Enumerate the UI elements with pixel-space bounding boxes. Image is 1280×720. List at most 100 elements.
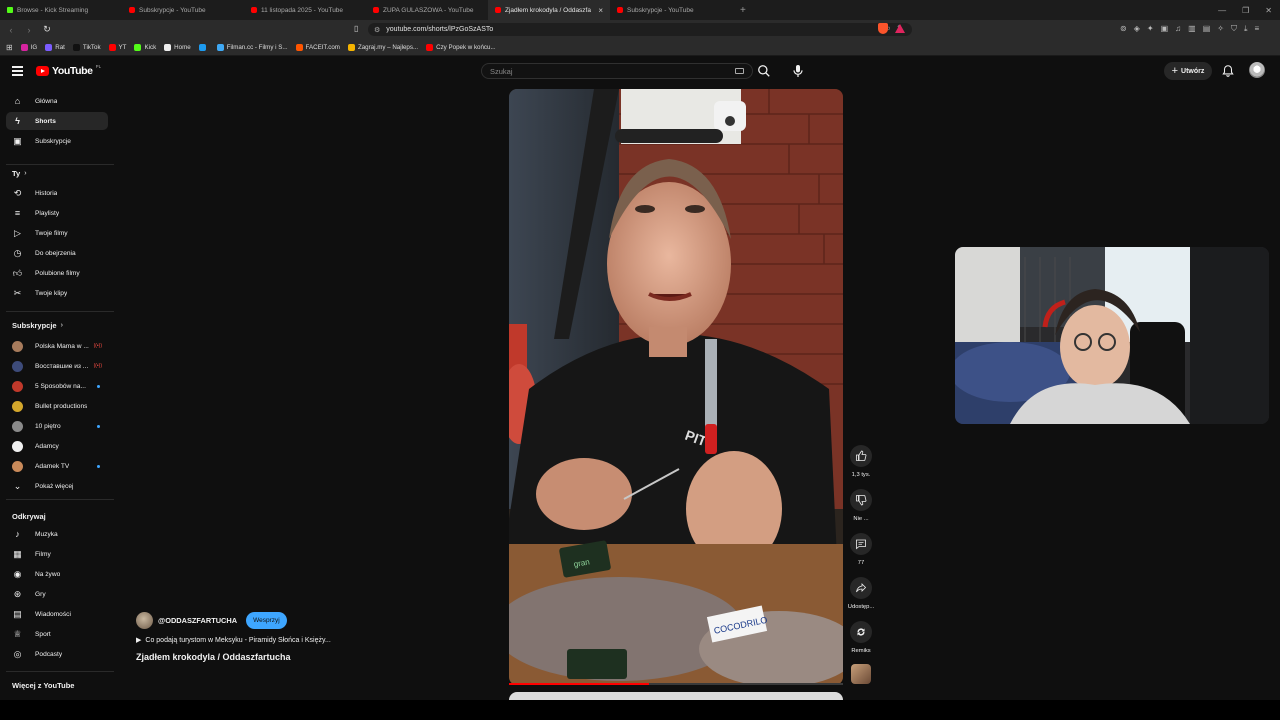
bookmark-item[interactable]: Filman.cc - Filmy i S... <box>216 43 288 51</box>
related-video-link[interactable]: ▶ Co podają turystom w Meksyku - Piramid… <box>136 636 496 645</box>
address-bar[interactable]: ⚙ youtube.com/shorts/lPzGoSzASTo ▭ ⇪ <box>368 23 912 36</box>
apps-grid-icon[interactable]: ⊞ <box>6 43 13 52</box>
site-info-icon[interactable]: ⚙ <box>374 26 380 34</box>
sidebar-subscription[interactable]: 5 Sposobów na... <box>6 377 108 395</box>
bookmark-item[interactable]: Home <box>164 43 191 51</box>
next-short-preview[interactable] <box>509 692 843 700</box>
sidebar-subscription[interactable]: Bullet productions <box>6 397 108 415</box>
short-progress-bar[interactable] <box>509 683 843 685</box>
sidebar-subscription[interactable]: Adamcy <box>6 437 108 455</box>
guide-menu-icon[interactable] <box>12 66 23 76</box>
sidebar-item-clips[interactable]: ✂ Twoje klipy <box>6 284 108 302</box>
sound-thumbnail[interactable] <box>851 664 871 684</box>
voice-search-button[interactable] <box>790 63 806 79</box>
share-button[interactable]: Udostęp... <box>844 577 878 610</box>
dislike-button-circle[interactable] <box>850 489 872 511</box>
bookmark-item[interactable]: TikTok <box>72 43 101 51</box>
subscriptions-section-header[interactable]: Subskrypcje › <box>12 321 63 330</box>
sidebar-item-shorts[interactable]: ϟ Shorts <box>6 112 108 130</box>
bookmark-icon[interactable]: ▯ <box>354 24 358 33</box>
like-button-circle[interactable] <box>850 445 872 467</box>
bookmark-item[interactable]: Rat <box>45 43 65 51</box>
extension-icon[interactable]: ✦ <box>1147 24 1154 34</box>
account-avatar[interactable] <box>1249 62 1265 78</box>
bookmark-item[interactable]: Kick <box>134 43 156 51</box>
channel-name[interactable]: @ODDASZFARTUCHA <box>158 616 237 625</box>
browser-tab[interactable]: Browse - Kick Streaming <box>0 0 122 20</box>
brave-rewards-icon[interactable] <box>895 24 905 33</box>
like-button[interactable]: 1,3 tys. <box>844 445 878 478</box>
close-window-icon[interactable]: ✕ <box>1265 6 1272 15</box>
sidebar-item-trophy[interactable]: ♕ Sport <box>6 625 108 643</box>
show-more-button[interactable]: ⌄ Pokaż więcej <box>6 477 108 495</box>
short-video-player[interactable]: PIT gran COCODRILO <box>509 89 843 685</box>
sidebar-item-live[interactable]: ◉ Na żywo <box>6 565 108 583</box>
back-icon[interactable]: ‹ <box>4 25 18 35</box>
url-text[interactable]: youtube.com/shorts/lPzGoSzASTo <box>386 26 493 33</box>
bookmark-item[interactable]: Czy Popek w końcu... <box>426 43 496 51</box>
sidebar-item-movies[interactable]: ▦ Filmy <box>6 545 108 563</box>
browser-tab[interactable]: ZUPA GULASZOWA - YouTube <box>366 0 488 20</box>
restore-icon[interactable]: ❐ <box>1242 6 1249 15</box>
sidebar-item-history[interactable]: ⟲ Historia <box>6 184 108 202</box>
keyboard-icon[interactable] <box>735 68 744 74</box>
you-section-header[interactable]: Ty › <box>12 169 27 178</box>
bookmark-label: YT <box>118 43 127 51</box>
browser-tab[interactable]: Zjadłem krokodyla / Oddaszfa × <box>488 0 610 20</box>
music-control-icon[interactable]: ♫ <box>1175 24 1181 34</box>
bookmark-item[interactable]: IG <box>20 43 37 51</box>
downloads-icon[interactable]: ▣ <box>1161 24 1169 34</box>
sidebar-item-playlist[interactable]: ≡ Playlisty <box>6 204 108 222</box>
sidebar-item-home[interactable]: ⌂ Główna <box>6 92 108 110</box>
dislike-button[interactable]: Nie ... <box>844 489 878 522</box>
brave-shield-icon[interactable] <box>878 23 888 34</box>
close-tab-icon[interactable]: × <box>598 6 603 15</box>
sidebar-subscription[interactable]: Polska Mama w ... ((•)) <box>6 337 108 355</box>
browser-tab[interactable]: Subskrypcje - YouTube <box>122 0 244 20</box>
tab-icon[interactable]: ▤ <box>1203 24 1211 34</box>
search-button[interactable] <box>757 64 773 80</box>
browser-tab[interactable]: Subskrypcje - YouTube <box>610 0 732 20</box>
support-button[interactable]: Wesprzyj <box>246 612 287 629</box>
sidebar-toggle-icon[interactable]: ▥ <box>1188 24 1196 34</box>
remix-button[interactable]: Remiks <box>844 621 878 654</box>
bookmark-item[interactable]: FACEIT.com <box>295 43 340 51</box>
new-tab-button[interactable]: + <box>732 5 754 16</box>
sidebar-item-gaming[interactable]: ⊛ Gry <box>6 585 108 603</box>
sidebar-subscription[interactable]: 10 piętro <box>6 417 108 435</box>
download-arrow-icon[interactable]: ⤓ <box>1244 24 1248 34</box>
remix-button-circle[interactable] <box>850 621 872 643</box>
share-button-circle[interactable] <box>850 577 872 599</box>
channel-avatar[interactable] <box>136 612 153 629</box>
menu-icon[interactable]: ≡ <box>1255 24 1260 34</box>
bookmark-item[interactable] <box>198 43 209 51</box>
sidebar-subscription[interactable]: Adamek TV <box>6 457 108 475</box>
sidebar-item-liked[interactable]: 👍︎ Polubione filmy <box>6 264 108 282</box>
puzzle-icon[interactable]: ✧ <box>1217 24 1224 34</box>
sidebar-subscription[interactable]: Восставшие из ... ((•)) <box>6 357 108 375</box>
minimize-icon[interactable]: — <box>1218 6 1226 15</box>
sidebar-item-news[interactable]: ▤ Wiadomości <box>6 605 108 623</box>
browser-tab[interactable]: 11 listopada 2025 - YouTube <box>244 0 366 20</box>
sidebar-divider <box>6 164 114 165</box>
vpn-icon[interactable]: ⊚ <box>1120 24 1127 34</box>
sidebar-item-watch-later[interactable]: ◷ Do obejrzenia <box>6 244 108 262</box>
search-input[interactable] <box>490 66 720 76</box>
create-button[interactable]: + Utwórz <box>1164 62 1212 80</box>
channel-avatar <box>12 440 23 452</box>
sidebar-item-music[interactable]: ♪ Muzyka <box>6 525 108 543</box>
guide-sidebar: ⌂ Główna ϟ Shorts ▣ Subskrypcje Ty › ⟲ Histori… <box>0 87 118 700</box>
forward-icon[interactable]: › <box>22 25 36 35</box>
comments-button[interactable]: 77 <box>844 533 878 566</box>
sidebar-item-subscriptions[interactable]: ▣ Subskrypcje <box>6 132 108 150</box>
sidebar-item-podcast[interactable]: ◎ Podcasty <box>6 645 108 663</box>
sidebar-item-your-videos[interactable]: ▷ Twoje filmy <box>6 224 108 242</box>
shield-settings-icon[interactable]: ⛉ <box>1231 24 1237 34</box>
comments-button-circle[interactable] <box>850 533 872 555</box>
reload-icon[interactable]: ↻ <box>40 24 54 35</box>
bookmark-item[interactable]: Zagraj.my – Najleps... <box>347 43 418 51</box>
bookmark-item[interactable]: YT <box>108 43 127 51</box>
youtube-logo[interactable]: YouTube PL <box>36 64 101 77</box>
notifications-button[interactable] <box>1221 64 1235 78</box>
wallet-icon[interactable]: ◈ <box>1134 24 1140 34</box>
